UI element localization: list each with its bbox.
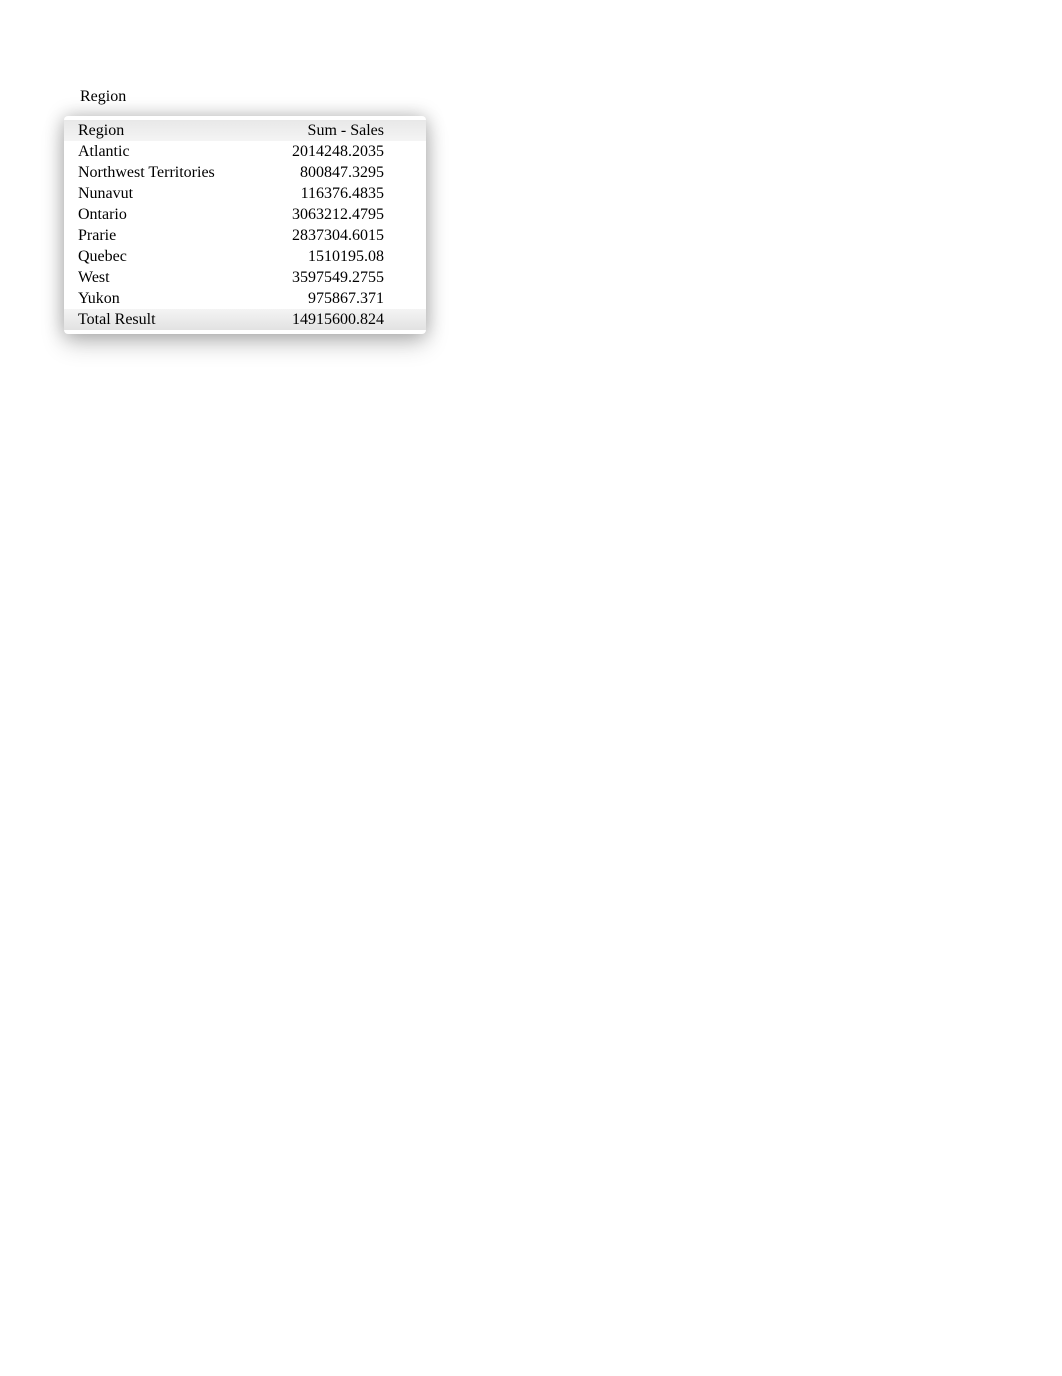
pivot-table-grid: Region Sum - Sales Atlantic 2014248.2035… <box>64 120 426 330</box>
cell-region: Prarie <box>64 225 268 246</box>
table-row: Ontario 3063212.4795 <box>64 204 426 225</box>
page: Region Region Sum - Sales Atlantic 20142… <box>0 0 1062 1376</box>
cell-region: Quebec <box>64 246 268 267</box>
table-row: Northwest Territories 800847.3295 <box>64 162 426 183</box>
cell-region: Ontario <box>64 204 268 225</box>
cell-value: 2837304.6015 <box>268 225 426 246</box>
cell-region: Atlantic <box>64 141 268 162</box>
cell-value: 1510195.08 <box>268 246 426 267</box>
table-row: West 3597549.2755 <box>64 267 426 288</box>
cell-region: Nunavut <box>64 183 268 204</box>
cell-region: Yukon <box>64 288 268 309</box>
table-row: Nunavut 116376.4835 <box>64 183 426 204</box>
cell-value: 3063212.4795 <box>268 204 426 225</box>
cell-value: 116376.4835 <box>268 183 426 204</box>
cell-value: 800847.3295 <box>268 162 426 183</box>
cell-region: West <box>64 267 268 288</box>
footer-region: Total Result <box>64 309 268 330</box>
cell-region: Northwest Territories <box>64 162 268 183</box>
table-row: Yukon 975867.371 <box>64 288 426 309</box>
table-footer-row: Total Result 14915600.824 <box>64 309 426 330</box>
table-row: Quebec 1510195.08 <box>64 246 426 267</box>
cell-value: 2014248.2035 <box>268 141 426 162</box>
pivot-table: Region Sum - Sales Atlantic 2014248.2035… <box>64 116 426 334</box>
page-title: Region <box>80 88 126 106</box>
header-value: Sum - Sales <box>268 120 426 141</box>
cell-value: 975867.371 <box>268 288 426 309</box>
footer-value: 14915600.824 <box>268 309 426 330</box>
table-row: Atlantic 2014248.2035 <box>64 141 426 162</box>
cell-value: 3597549.2755 <box>268 267 426 288</box>
table-header-row: Region Sum - Sales <box>64 120 426 141</box>
header-region: Region <box>64 120 268 141</box>
table-row: Prarie 2837304.6015 <box>64 225 426 246</box>
